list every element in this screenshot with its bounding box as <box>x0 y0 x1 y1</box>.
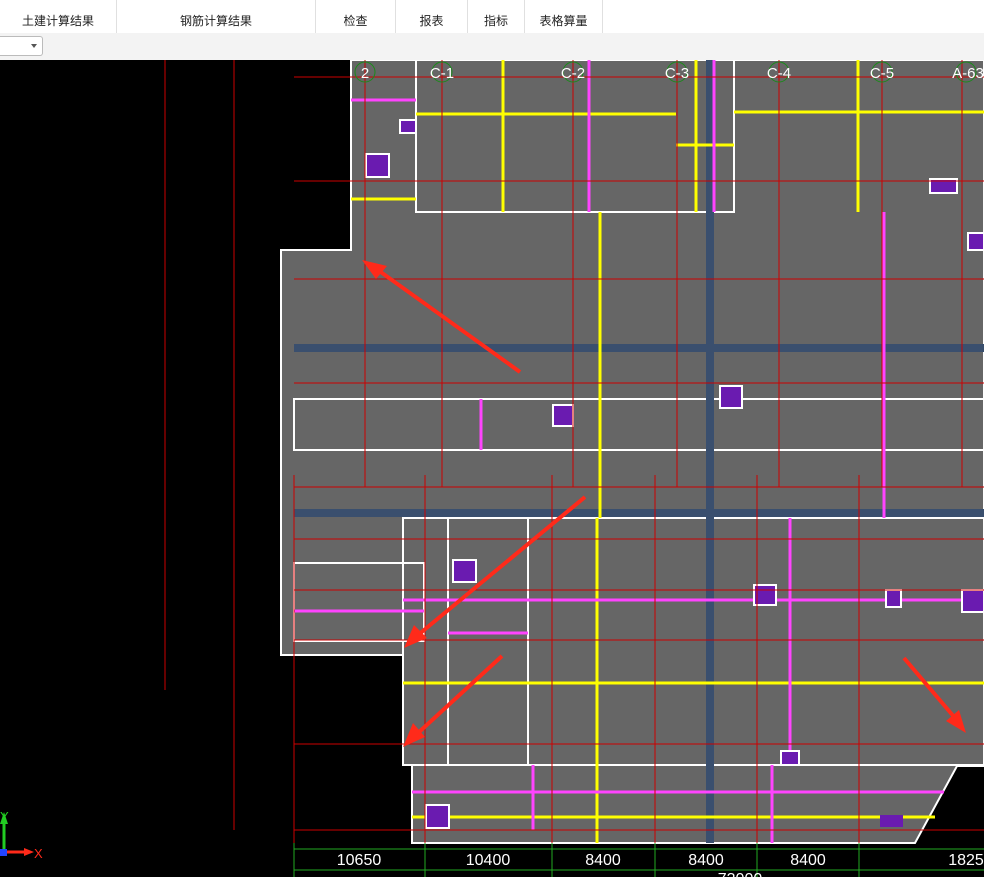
column <box>961 589 984 613</box>
result-tabbar: 土建计算结果 钢筋计算结果 检查 报表 指标 表格算量 <box>0 0 984 34</box>
tab-index[interactable]: 指标 <box>468 0 525 33</box>
tab-table-quantity[interactable]: 表格算量 <box>525 0 603 33</box>
axis-label: C-5 <box>870 65 894 82</box>
chevron-down-icon <box>31 44 37 48</box>
dimension-label: 8400 <box>790 852 826 869</box>
column <box>880 815 903 827</box>
column <box>967 232 984 251</box>
axis-label: 2 <box>361 65 369 82</box>
dimension-label: 8400 <box>688 852 724 869</box>
dimension-label: 10400 <box>466 852 511 869</box>
tab-check[interactable]: 检查 <box>316 0 396 33</box>
ucs-x-label: X <box>34 846 43 861</box>
tab-report[interactable]: 报表 <box>396 0 468 33</box>
axis-label: C-3 <box>665 65 689 82</box>
dimension-label: 10650 <box>337 852 382 869</box>
total-dimension-label: 73000 <box>718 871 763 877</box>
lower-slab <box>402 517 984 766</box>
bottom-slab <box>411 764 984 844</box>
axis-label: C-2 <box>561 65 585 82</box>
ucs-origin <box>0 849 7 856</box>
column <box>552 404 574 427</box>
axis-label: C-1 <box>430 65 454 82</box>
dimension-label: 8400 <box>585 852 621 869</box>
ucs-y-label: Y <box>0 809 9 824</box>
column <box>425 804 450 829</box>
layer-select[interactable] <box>0 36 43 56</box>
tab-rebar-results[interactable]: 钢筋计算结果 <box>117 0 316 33</box>
column <box>719 385 743 409</box>
column <box>399 119 417 134</box>
column <box>885 589 902 608</box>
axis-label: A-63 <box>952 65 984 82</box>
toolbar <box>0 33 984 61</box>
column <box>780 750 800 766</box>
dimension-label: 1825 <box>948 852 984 869</box>
column <box>365 153 390 178</box>
cad-canvas[interactable]: 2 C-1 C-2 C-3 C-4 C-5 A-63 10650 10400 8… <box>0 60 984 877</box>
axis-label: C-4 <box>767 65 791 82</box>
column <box>452 559 477 583</box>
tab-civil-results[interactable]: 土建计算结果 <box>0 0 117 33</box>
